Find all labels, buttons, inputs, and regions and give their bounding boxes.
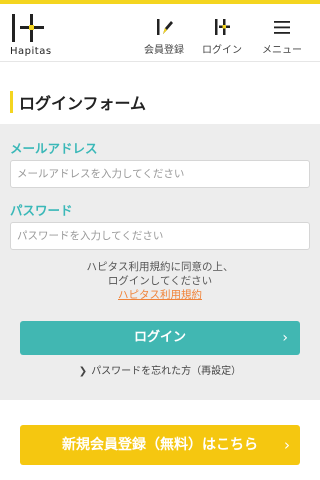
login-form-panel: メールアドレス パスワード ハピタス利用規約に同意の上、 ログインしてください …: [0, 124, 320, 400]
chevron-right-icon: ›: [284, 436, 290, 454]
login-icon: [215, 19, 230, 35]
logo-wordmark: Hapitas: [10, 46, 52, 57]
chevron-right-icon: ›: [282, 330, 288, 346]
terms-link[interactable]: ハピタス利用規約: [118, 288, 202, 302]
email-label: メールアドレス: [10, 141, 98, 156]
pen-icon: [157, 19, 173, 35]
nav-menu-button[interactable]: メニュー: [254, 18, 310, 62]
forgot-password-label: パスワードを忘れた方（再設定）: [91, 366, 242, 377]
email-field[interactable]: [10, 160, 310, 188]
nav-register-label: 会員登録: [144, 45, 184, 56]
hamburger-menu-icon: [274, 21, 290, 34]
forgot-password-link[interactable]: ❯ パスワードを忘れた方（再設定）: [0, 362, 320, 377]
hapitas-logo[interactable]: Hapitas: [10, 12, 54, 60]
nav-register-button[interactable]: 会員登録: [136, 18, 192, 62]
logo-mark-icon: [12, 14, 44, 42]
chevron-right-icon: ❯: [78, 366, 88, 377]
password-field[interactable]: [10, 222, 310, 250]
nav-login-button[interactable]: ログイン: [194, 18, 250, 62]
register-button[interactable]: 新規会員登録（無料）はこちら ›: [20, 425, 300, 465]
password-label: パスワード: [10, 203, 73, 218]
site-header: Hapitas 会員登録 ログイン メニュー: [0, 4, 320, 62]
terms-notice: ハピタス利用規約に同意の上、 ログインしてください ハピタス利用規約: [40, 260, 280, 302]
register-button-label: 新規会員登録（無料）はこちら: [62, 437, 258, 453]
page-title-bar: ログインフォーム: [10, 90, 146, 114]
title-accent-bar: [10, 91, 13, 113]
nav-login-label: ログイン: [202, 45, 242, 56]
login-button[interactable]: ログイン ›: [20, 321, 300, 355]
terms-notice-line1: ハピタス利用規約に同意の上、: [86, 261, 234, 273]
terms-notice-line2: ログインしてください: [107, 275, 213, 287]
page-title: ログインフォーム: [19, 94, 147, 113]
login-button-label: ログイン: [133, 330, 186, 345]
nav-menu-label: メニュー: [262, 45, 302, 56]
